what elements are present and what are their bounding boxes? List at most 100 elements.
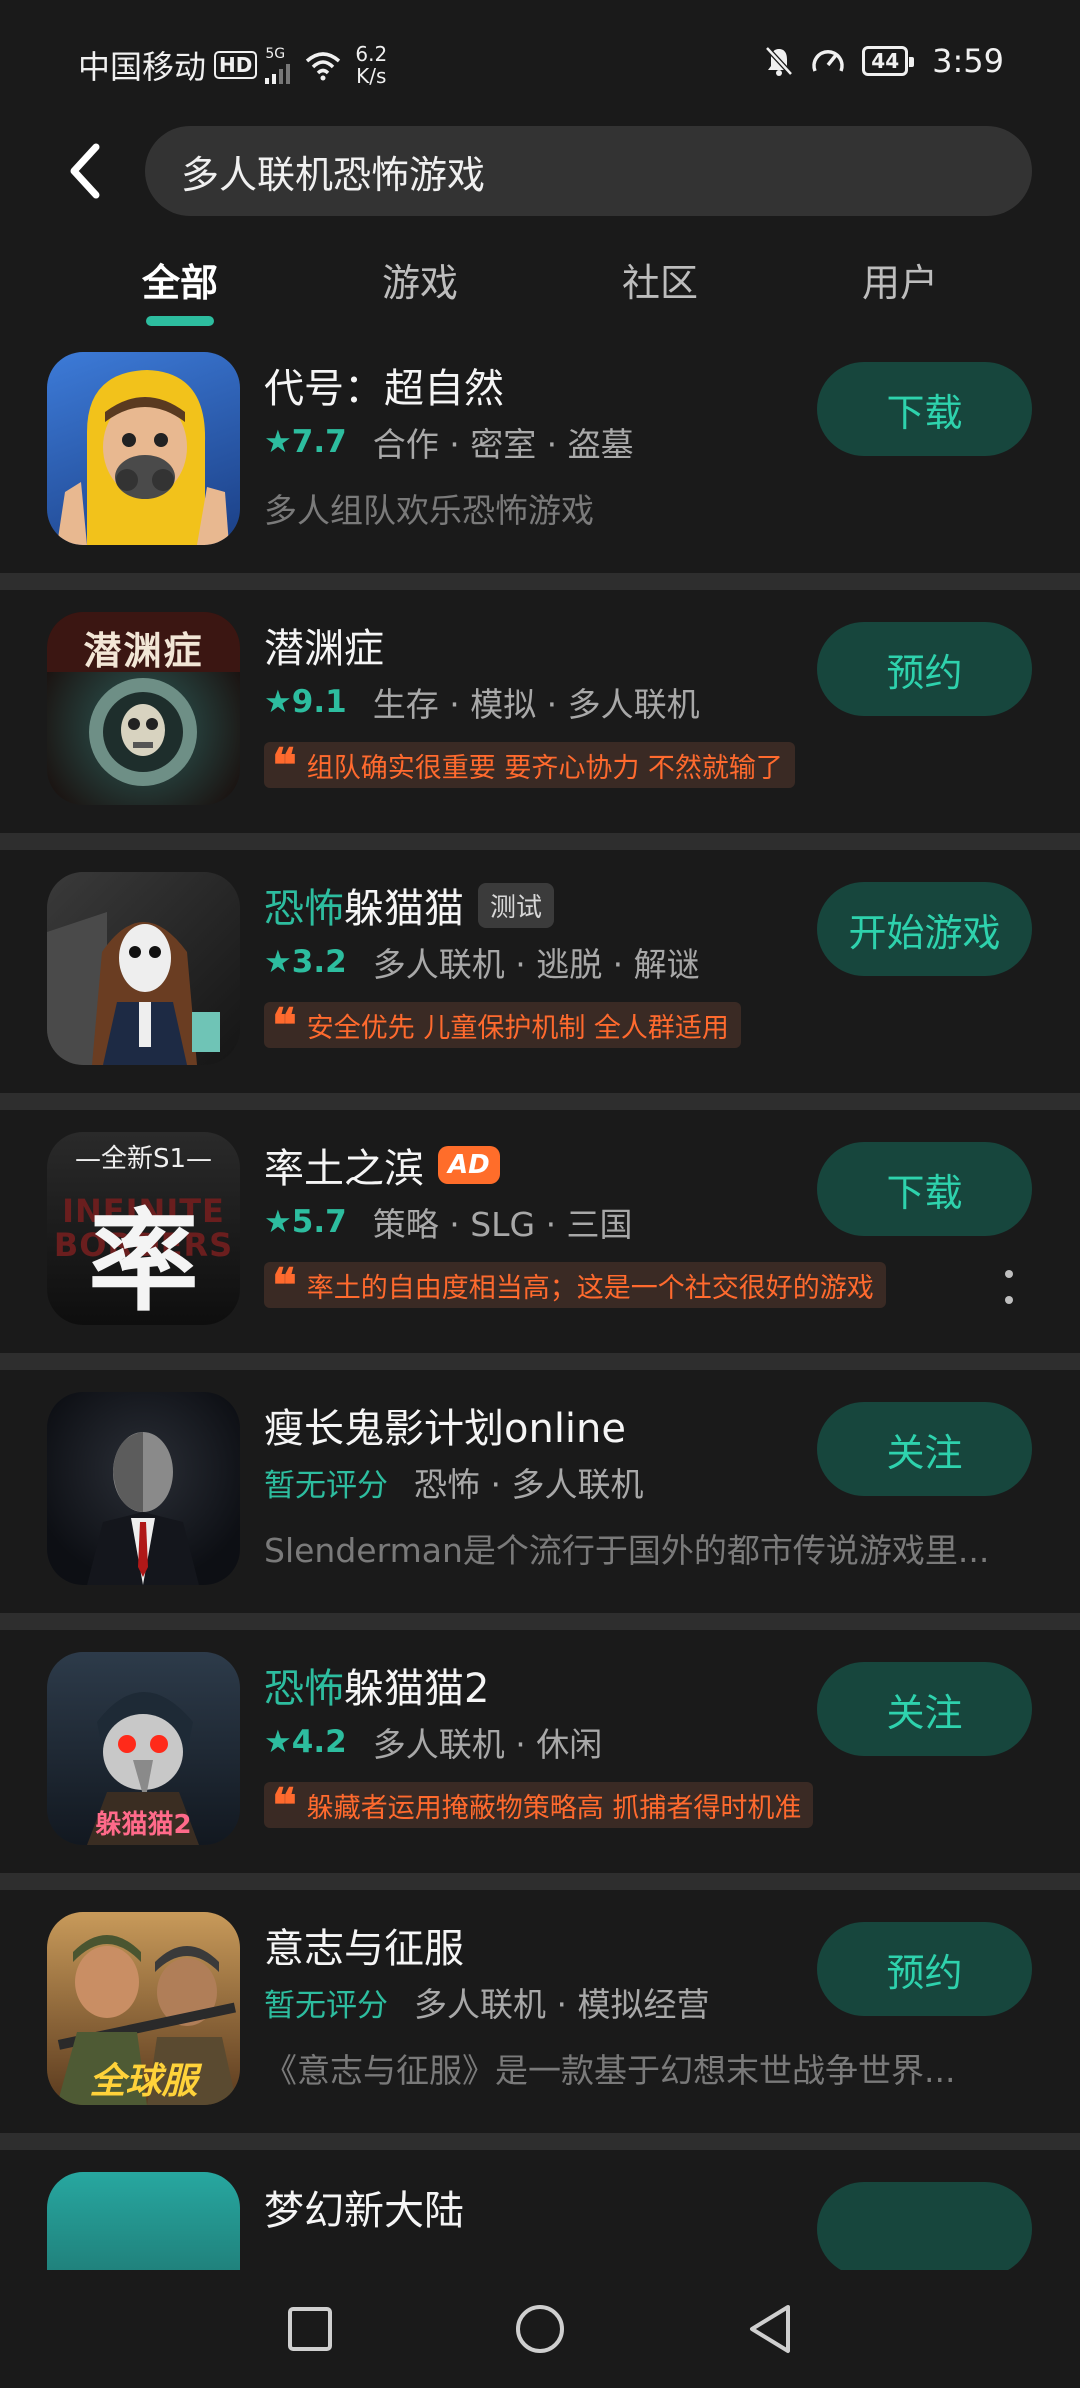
- diver-skull-icon: 潜渊症: [47, 612, 240, 805]
- search-query: 多人联机恐怖游戏: [181, 152, 486, 197]
- rating-row: ★3.2 多人联机 · 逃脱 · 解谜: [264, 938, 700, 986]
- quote-icon: ❝: [272, 738, 297, 792]
- plague-doctor-icon: 躲猫猫2: [47, 1652, 240, 1845]
- app-name: 恐怖躲猫猫2: [264, 1666, 490, 1712]
- rating-row: ★7.7 合作 · 密室 · 盗墓: [264, 418, 634, 466]
- quote-icon: ❝: [272, 1778, 297, 1832]
- rating: ★9.1: [264, 684, 347, 720]
- carrier-label: 中国移动: [78, 48, 207, 86]
- tab-label: 社区: [621, 261, 698, 305]
- rating-row: 暂无评分 恐怖 · 多人联机: [264, 1458, 643, 1506]
- recents-icon[interactable]: [286, 2305, 334, 2353]
- app-name: 率土之滨 AD: [264, 1136, 500, 1194]
- icon-caption: 全球服: [89, 2061, 198, 2102]
- rating: ★4.2: [264, 1724, 347, 1760]
- bell-muted-icon: [765, 46, 794, 76]
- tab-all[interactable]: 全部: [60, 252, 300, 326]
- review-quote: ❝ 安全优先 儿童保护机制 全人群适用: [264, 1002, 741, 1048]
- rating: ★7.7: [264, 424, 347, 460]
- ad-badge: AD: [438, 1146, 500, 1184]
- signal-icon: 5G: [265, 46, 295, 84]
- speed-value: 6.2: [355, 42, 388, 66]
- quote-icon: ❝: [272, 998, 297, 1052]
- tab-bar: 全部 游戏 社区 用户: [0, 252, 1080, 326]
- tags: 多人联机 · 模拟经营: [414, 1985, 710, 2024]
- tab-games[interactable]: 游戏: [300, 252, 540, 318]
- download-button[interactable]: 下载: [817, 1142, 1032, 1236]
- icon-caption: 躲猫猫2: [95, 1810, 192, 1840]
- clock: 3:59: [932, 42, 1004, 80]
- tab-label: 全部: [141, 261, 218, 305]
- divider: [0, 1093, 1080, 1110]
- rating-row: 暂无评分 多人联机 · 模拟经营: [264, 1978, 709, 2026]
- back-button[interactable]: [56, 136, 112, 206]
- no-rating-label: 暂无评分: [264, 1987, 388, 2024]
- soldiers-icon: 全球服: [47, 1912, 240, 2105]
- list-item[interactable]: 瘦长鬼影计划online 暂无评分 恐怖 · 多人联机 Slenderman是个…: [0, 1370, 1080, 1625]
- rating-row: ★5.7 策略 · SLG · 三国: [264, 1198, 633, 1246]
- navigation-bar: [0, 2270, 1080, 2388]
- app-name: 恐怖躲猫猫 测试: [264, 876, 555, 934]
- download-button[interactable]: 下载: [817, 362, 1032, 456]
- app-name: 潜渊症: [264, 626, 384, 672]
- quote-text: 率土的自由度相当高；这是一个社交很好的游戏: [306, 1272, 874, 1304]
- chevron-left-icon: [70, 143, 100, 199]
- result-list: 代号：超自然 ★7.7 合作 · 密室 · 盗墓 多人组队欢乐恐怖游戏 下载 潜…: [0, 330, 1080, 2270]
- list-item[interactable]: 代号：超自然 ★7.7 合作 · 密室 · 盗墓 多人组队欢乐恐怖游戏 下载: [0, 330, 1080, 585]
- list-item[interactable]: 全球服 意志与征服 暂无评分 多人联机 · 模拟经营 《意志与征服》是一款基于幻…: [0, 1890, 1080, 2145]
- divider: [0, 1613, 1080, 1630]
- app-description: 多人组队欢乐恐怖游戏: [264, 491, 594, 530]
- no-rating-label: 暂无评分: [264, 1467, 388, 1504]
- list-item[interactable]: 潜渊症 潜渊症 ★9.1 生存 · 模拟 · 多人联机 ❝ 组队确实很重要 要齐…: [0, 590, 1080, 845]
- list-item[interactable]: INFINITE BORDERS —全新S1— 率 率土之滨 AD ★5.7 策略…: [0, 1110, 1080, 1365]
- tags: 多人联机 · 休闲: [372, 1725, 603, 1764]
- follow-button[interactable]: 关注: [817, 1402, 1032, 1496]
- app-description: 《意志与征服》是一款基于幻想末世战争世界...: [264, 2051, 956, 2090]
- more-options-icon[interactable]: [1004, 1270, 1014, 1304]
- slenderman-icon: [47, 1392, 240, 1585]
- icon-caption-top: —全新S1—: [74, 1144, 213, 1174]
- review-quote: ❝ 率土的自由度相当高；这是一个社交很好的游戏: [264, 1262, 886, 1308]
- reserve-button[interactable]: 预约: [817, 1922, 1032, 2016]
- quote-text: 安全优先 儿童保护机制 全人群适用: [306, 1012, 729, 1044]
- follow-button[interactable]: 关注: [817, 1662, 1032, 1756]
- home-icon[interactable]: [514, 2303, 566, 2355]
- tags: 恐怖 · 多人联机: [414, 1465, 644, 1504]
- list-item[interactable]: 梦幻新大陆: [0, 2150, 1080, 2270]
- review-quote: ❝ 躲藏者运用掩蔽物策略高 抓捕者得时机准: [264, 1778, 814, 1832]
- app-name: 梦幻新大陆: [264, 2188, 464, 2234]
- app-description: Slenderman是个流行于国外的都市传说游戏里...: [264, 1531, 990, 1570]
- hazmat-character-icon: [47, 352, 240, 545]
- tab-community[interactable]: 社区: [540, 252, 780, 318]
- divider: [0, 573, 1080, 590]
- start-game-button[interactable]: 开始游戏: [817, 882, 1032, 976]
- review-quote: ❝ 组队确实很重要 要齐心协力 不然就输了: [264, 742, 795, 788]
- speedometer-icon: [812, 50, 845, 72]
- search-input[interactable]: 多人联机恐怖游戏: [145, 126, 1032, 216]
- list-item[interactable]: 恐怖躲猫猫 测试 ★3.2 多人联机 · 逃脱 · 解谜 ❝ 安全优先 儿童保护…: [0, 850, 1080, 1105]
- rating-row: ★9.1 生存 · 模拟 · 多人联机: [264, 678, 700, 726]
- reserve-button[interactable]: 预约: [817, 622, 1032, 716]
- back-nav-icon[interactable]: [746, 2303, 794, 2355]
- rating: ★5.7: [264, 1204, 347, 1240]
- status-bar: 中国移动 HD 5G 6.2 K/s 44 3:59: [0, 0, 1080, 120]
- tab-users[interactable]: 用户: [780, 252, 1020, 318]
- partial-icon: [47, 2172, 240, 2270]
- list-item[interactable]: 躲猫猫2 恐怖躲猫猫2 ★4.2 多人联机 · 休闲 ❝ 躲藏者运用掩蔽物策略高…: [0, 1630, 1080, 1885]
- network-type-label: 5G: [265, 46, 286, 62]
- divider: [0, 833, 1080, 850]
- tags: 合作 · 密室 · 盗墓: [372, 425, 634, 464]
- tags: 多人联机 · 逃脱 · 解谜: [372, 945, 700, 984]
- app-name: 意志与征服: [264, 1926, 464, 1972]
- tab-label: 用户: [861, 261, 938, 305]
- action-button[interactable]: [817, 2182, 1032, 2270]
- infinite-borders-icon: INFINITE BORDERS —全新S1— 率: [47, 1132, 240, 1325]
- quote-text: 组队确实很重要 要齐心协力 不然就输了: [306, 752, 783, 784]
- divider: [0, 2133, 1080, 2150]
- app-name: 代号：超自然: [264, 366, 504, 412]
- network-speed: 6.2 K/s: [355, 43, 387, 87]
- icon-caption: 潜渊症: [83, 629, 204, 673]
- icon-caption-big: 率: [88, 1197, 199, 1325]
- masked-girl-icon: [47, 872, 240, 1065]
- rating-row: ★4.2 多人联机 · 休闲: [264, 1718, 602, 1766]
